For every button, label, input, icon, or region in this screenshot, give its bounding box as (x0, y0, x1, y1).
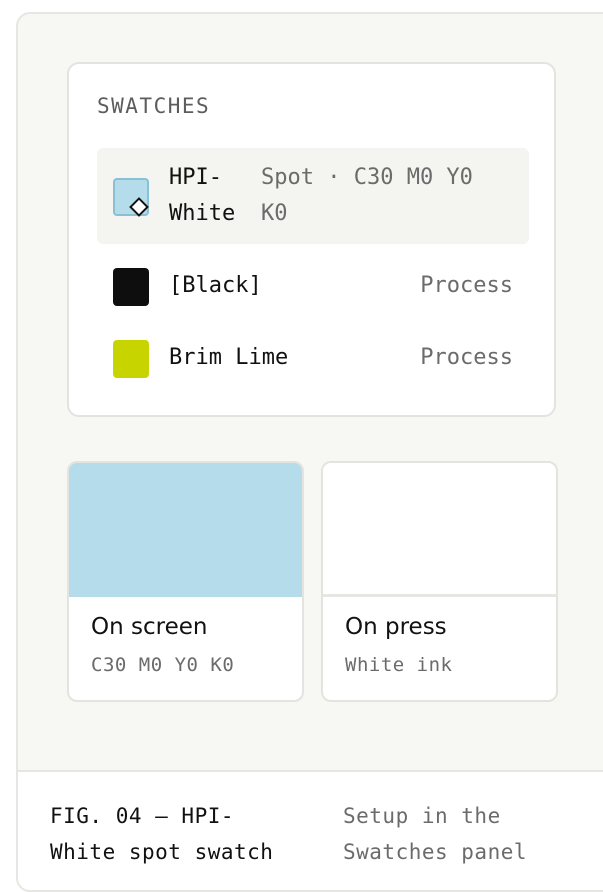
swatch-name: Brim Lime (169, 345, 289, 370)
swatch-row-black[interactable]: [Black] Process (97, 252, 529, 322)
swatch-chip (113, 340, 149, 378)
panel-title: SWATCHES (97, 94, 211, 118)
swatch-row-brim-lime[interactable]: Brim Lime Process (97, 324, 529, 394)
card-title: On screen (91, 614, 208, 640)
figure-frame: SWATCHES HPI- White Spot · C30 M0 Y0 K0 … (16, 12, 603, 892)
caption-subtitle: Setup in the Swatches panel (343, 804, 528, 864)
figure-caption: FIG. 04 — HPI- White spot swatch Setup i… (18, 770, 603, 890)
card-subtitle: White ink (345, 654, 453, 676)
swatch-type: Process (420, 273, 513, 298)
screen-color-preview (69, 463, 302, 597)
on-press-card: On press White ink (321, 461, 558, 702)
swatch-name: [Black] (169, 273, 262, 298)
caption-title: FIG. 04 — HPI- White spot swatch (50, 804, 274, 864)
swatch-name: HPI- White (169, 165, 236, 226)
card-title: On press (345, 614, 447, 640)
swatch-chip (113, 268, 149, 306)
swatch-type: Process (420, 345, 513, 370)
press-color-preview (323, 463, 556, 597)
swatch-row-hpi-white[interactable]: HPI- White Spot · C30 M0 Y0 K0 (97, 148, 529, 244)
swatch-type: Spot · C30 M0 Y0 K0 (261, 165, 473, 226)
card-subtitle: C30 M0 Y0 K0 (91, 654, 235, 676)
swatches-panel: SWATCHES HPI- White Spot · C30 M0 Y0 K0 … (67, 62, 556, 417)
on-screen-card: On screen C30 M0 Y0 K0 (67, 461, 304, 702)
